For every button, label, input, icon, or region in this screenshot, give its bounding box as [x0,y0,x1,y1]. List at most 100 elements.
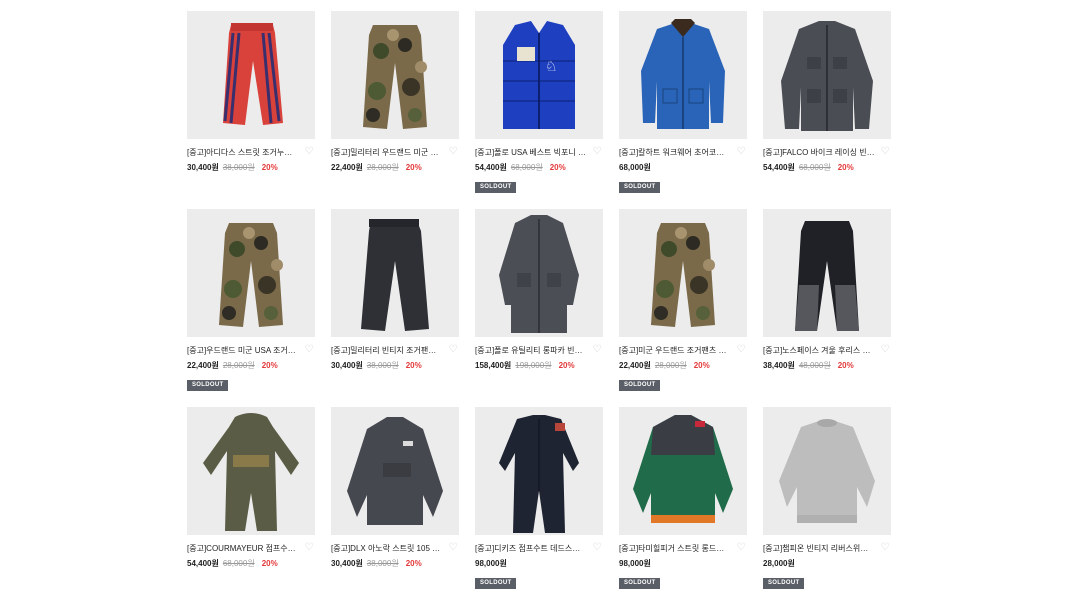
discount-rate: 20% [405,558,422,568]
sale-price: 68,000원 [619,162,651,172]
product-title-row: [중고]아디다스 스트릿 조거누빔 95... ♡ [187,146,315,159]
price-row: 54,400원 68,000원 20% [187,557,315,569]
product-image[interactable] [475,407,603,535]
wishlist-heart-icon[interactable]: ♡ [304,147,314,157]
product-card[interactable]: [중고]FALCO 바이크 레이싱 빈티... ♡ 54,400원 68,000원 20… [763,11,891,209]
product-title-row: [중고]챔피온 빈티지 리버스위브 S ... ♡ [763,542,891,555]
product-title[interactable]: [중고]노스페이스 겨울 후리스 XL ... [763,345,875,356]
wishlist-heart-icon[interactable]: ♡ [304,345,314,355]
product-card[interactable]: [중고]밀리터리 빈티지 조거팬츠 S ... ♡ 30,400원 38,000원 20… [331,209,459,407]
wishlist-heart-icon[interactable]: ♡ [592,345,602,355]
wishlist-heart-icon[interactable]: ♡ [736,543,746,553]
product-card[interactable]: [중고]타미힐피거 스트릿 롱드스쿨 ... ♡ 98,000원 SOLDOUT [619,407,747,605]
price-row: 68,000원 [619,161,747,173]
product-image[interactable] [475,209,603,337]
wishlist-heart-icon[interactable]: ♡ [448,147,458,157]
original-price: 28,000원 [222,360,255,370]
wishlist-heart-icon[interactable]: ♡ [448,345,458,355]
product-image[interactable]: ♘ [475,11,603,139]
wishlist-heart-icon[interactable]: ♡ [880,543,890,553]
product-title[interactable]: [중고]FALCO 바이크 레이싱 빈티... [763,147,875,158]
product-image[interactable] [619,407,747,535]
product-card[interactable]: [중고]챔피온 빈티지 리버스위브 S ... ♡ 28,000원 SOLDOUT [763,407,891,605]
price-row: 30,400원 38,000원 20% [187,161,315,173]
product-card[interactable]: [중고]우드랜드 미군 USA 조거팬... ♡ 22,400원 28,000원 20%… [187,209,315,407]
product-title-row: [중고]FALCO 바이크 레이싱 빈티... ♡ [763,146,891,159]
product-image[interactable] [187,407,315,535]
price-row: 30,400원 38,000원 20% [331,557,459,569]
product-title[interactable]: [중고]타미힐피거 스트릿 롱드스쿨 ... [619,543,731,554]
product-title[interactable]: [중고]디키즈 점프수트 데드스탁 스... [475,543,587,554]
product-title-row: [중고]디키즈 점프수트 데드스탁 스... ♡ [475,542,603,555]
discount-rate: 20% [837,162,854,172]
product-title-row: [중고]노스페이스 겨울 후리스 XL ... ♡ [763,344,891,357]
price-row: 158,400원 198,000원 20% [475,359,603,371]
discount-rate: 20% [558,360,575,370]
product-card[interactable]: [중고]노스페이스 겨울 후리스 XL ... ♡ 38,400원 48,000원 20… [763,209,891,407]
product-image[interactable] [763,11,891,139]
product-image[interactable] [763,407,891,535]
soldout-badge: SOLDOUT [763,578,805,589]
original-price: 28,000원 [366,162,399,172]
product-card[interactable]: [중고]COURMAYEUR 점프수트 ... ♡ 54,400원 68,000원 20… [187,407,315,605]
product-card[interactable]: ♘ [중고]폴로 USA 베스트 빅포니 조... ♡ 54,400원 68,000원 2… [475,11,603,209]
product-image[interactable] [187,11,315,139]
product-card[interactable]: [중고]미군 우드랜드 조거팬츠 미군... ♡ 22,400원 28,000원 20%… [619,209,747,407]
product-title[interactable]: [중고]칼하트 워크웨어 초어코트 빈... [619,147,731,158]
product-title[interactable]: [중고]아디다스 스트릿 조거누빔 95... [187,147,299,158]
product-title[interactable]: [중고]밀리터리 빈티지 조거팬츠 S ... [331,345,443,356]
product-title-row: [중고]DLX 아노락 스트릿 105 남자... ♡ [331,542,459,555]
product-image[interactable] [619,11,747,139]
product-title[interactable]: [중고]폴로 유틸리티 롱파카 빈티지... [475,345,587,356]
wishlist-heart-icon[interactable]: ♡ [592,147,602,157]
discount-rate: 20% [261,360,278,370]
product-image[interactable] [763,209,891,337]
product-card[interactable]: [중고]아디다스 스트릿 조거누빔 95... ♡ 30,400원 38,000원 20… [187,11,315,209]
product-image[interactable] [187,209,315,337]
product-title[interactable]: [중고]챔피온 빈티지 리버스위브 S ... [763,543,875,554]
original-price: 198,000원 [515,360,552,370]
product-title[interactable]: [중고]우드랜드 미군 USA 조거팬... [187,345,299,356]
soldout-badge: SOLDOUT [619,380,661,391]
product-title-row: [중고]밀리터리 빈티지 조거팬츠 S ... ♡ [331,344,459,357]
product-title-row: [중고]COURMAYEUR 점프수트 ... ♡ [187,542,315,555]
wishlist-heart-icon[interactable]: ♡ [880,345,890,355]
discount-rate: 20% [261,558,278,568]
wishlist-heart-icon[interactable]: ♡ [880,147,890,157]
soldout-badge: SOLDOUT [475,578,517,589]
sale-price: 28,000원 [763,558,795,568]
svg-text:♘: ♘ [545,58,558,74]
price-row: 22,400원 28,000원 20% [187,359,315,371]
product-image[interactable] [331,11,459,139]
original-price: 68,000원 [798,162,831,172]
discount-rate: 20% [549,162,566,172]
product-image[interactable] [331,209,459,337]
product-card[interactable]: [중고]DLX 아노락 스트릿 105 남자... ♡ 30,400원 38,000원… [331,407,459,605]
discount-rate: 20% [405,162,422,172]
product-title[interactable]: [중고]밀리터리 우드랜드 미군 조거... [331,147,443,158]
product-title[interactable]: [중고]폴로 USA 베스트 빅포니 조... [475,147,587,158]
product-image[interactable] [331,407,459,535]
product-card[interactable]: [중고]디키즈 점프수트 데드스탁 스... ♡ 98,000원 SOLDOUT [475,407,603,605]
wishlist-heart-icon[interactable]: ♡ [736,345,746,355]
original-price: 48,000원 [798,360,831,370]
wishlist-heart-icon[interactable]: ♡ [592,543,602,553]
discount-rate: 20% [405,360,422,370]
product-title[interactable]: [중고]미군 우드랜드 조거팬츠 미군... [619,345,731,356]
sale-price: 22,400원 [187,360,219,370]
sale-price: 54,400원 [763,162,795,172]
product-title-row: [중고]타미힐피거 스트릿 롱드스쿨 ... ♡ [619,542,747,555]
product-card[interactable]: [중고]밀리터리 우드랜드 미군 조거... ♡ 22,400원 28,000원 20% [331,11,459,209]
product-card[interactable]: [중고]폴로 유틸리티 롱파카 빈티지... ♡ 158,400원 198,000원 2… [475,209,603,407]
product-card[interactable]: [중고]칼하트 워크웨어 초어코트 빈... ♡ 68,000원 SOLDOUT [619,11,747,209]
wishlist-heart-icon[interactable]: ♡ [448,543,458,553]
product-image[interactable] [619,209,747,337]
sale-price: 22,400원 [619,360,651,370]
product-title[interactable]: [중고]DLX 아노락 스트릿 105 남자... [331,543,443,554]
sale-price: 22,400원 [331,162,363,172]
wishlist-heart-icon[interactable]: ♡ [304,543,314,553]
wishlist-heart-icon[interactable]: ♡ [736,147,746,157]
product-grid: [중고]아디다스 스트릿 조거누빔 95... ♡ 30,400원 38,000원 20… [187,11,891,605]
product-title[interactable]: [중고]COURMAYEUR 점프수트 ... [187,543,299,554]
soldout-badge: SOLDOUT [619,182,661,193]
